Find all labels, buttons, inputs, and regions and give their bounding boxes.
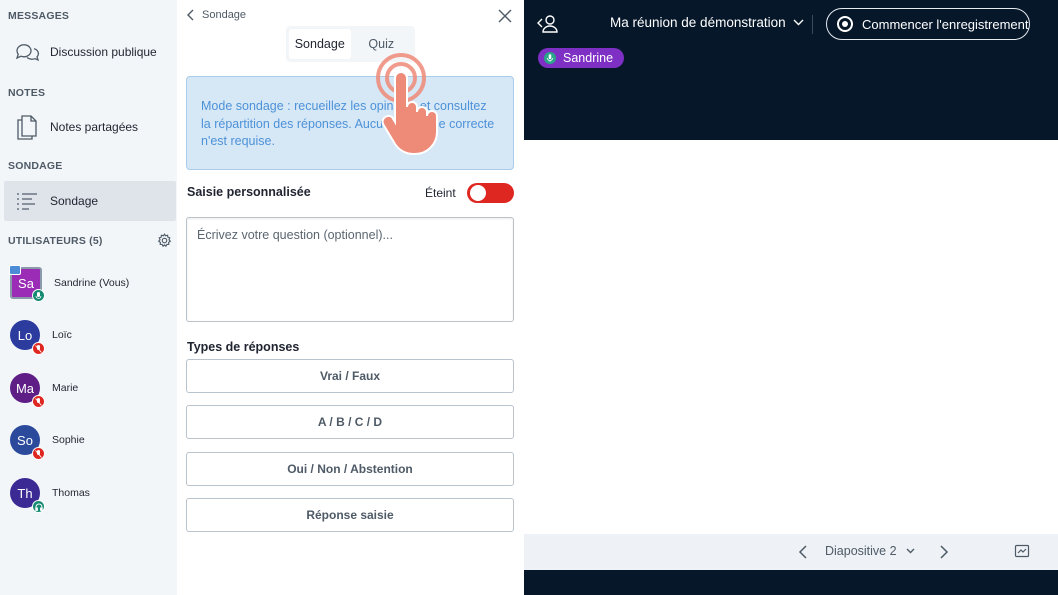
whiteboard-icon[interactable] bbox=[1014, 543, 1030, 559]
previous-slide-icon[interactable] bbox=[796, 544, 810, 560]
record-icon bbox=[837, 16, 853, 32]
typed-response-button[interactable]: Réponse saisie bbox=[186, 498, 514, 532]
presenter-icon bbox=[9, 265, 21, 275]
talking-user-name: Sandrine bbox=[563, 51, 614, 65]
next-slide-icon[interactable] bbox=[937, 544, 951, 560]
question-input[interactable] bbox=[186, 217, 514, 322]
headphones-icon bbox=[32, 500, 45, 513]
back-button[interactable]: Sondage bbox=[187, 9, 246, 21]
tab-sondage[interactable]: Sondage bbox=[289, 29, 351, 59]
poll-section-title: SONDAGE bbox=[8, 160, 63, 172]
slide-selector[interactable]: Diapositive 2 bbox=[825, 544, 915, 558]
microphone-muted-icon bbox=[32, 342, 45, 355]
chevron-down-icon bbox=[793, 19, 804, 26]
user-name: Loïc bbox=[52, 329, 72, 341]
poll-list-icon bbox=[4, 191, 50, 211]
yes-no-abstention-button[interactable]: Oui / Non / Abstention bbox=[186, 452, 514, 486]
user-item-thomas[interactable]: Th Thomas bbox=[10, 473, 170, 513]
custom-input-toggle[interactable] bbox=[467, 183, 514, 203]
avatar: Sa bbox=[9, 265, 45, 302]
user-list-toggle-icon[interactable] bbox=[536, 13, 560, 35]
user-item-loic[interactable]: Lo Loïc bbox=[10, 315, 170, 355]
avatar: Th bbox=[10, 478, 45, 513]
user-item-sandrine[interactable]: Sa Sandrine (Vous) bbox=[9, 263, 170, 303]
sidebar-item-shared-notes[interactable]: Notes partagées bbox=[4, 107, 176, 147]
true-false-button[interactable]: Vrai / Faux bbox=[186, 359, 514, 393]
chevron-down-icon bbox=[906, 548, 915, 554]
microphone-icon bbox=[544, 52, 556, 64]
back-label: Sondage bbox=[202, 9, 247, 21]
gear-icon[interactable] bbox=[157, 233, 172, 248]
sidebar-item-poll[interactable]: Sondage bbox=[4, 181, 176, 221]
slide-label: Diapositive 2 bbox=[825, 544, 897, 558]
poll-panel: Sondage Sondage Quiz Mode sondage : recu… bbox=[177, 0, 524, 595]
poll-mode-tabs: Sondage Quiz bbox=[286, 26, 415, 62]
abcd-button[interactable]: A / B / C / D bbox=[186, 405, 514, 439]
user-item-marie[interactable]: Ma Marie bbox=[10, 368, 170, 408]
close-icon[interactable] bbox=[497, 8, 513, 24]
start-recording-button[interactable]: Commencer l'enregistrement bbox=[826, 8, 1030, 40]
slide-controls: Diapositive 2 bbox=[524, 534, 1058, 570]
record-label: Commencer l'enregistrement bbox=[862, 16, 1029, 32]
toggle-knob bbox=[470, 185, 486, 201]
avatar: Lo bbox=[10, 320, 45, 355]
tab-quiz[interactable]: Quiz bbox=[351, 29, 413, 59]
talking-indicator: Sandrine bbox=[538, 48, 625, 68]
poll-mode-info: Mode sondage : recueillez les opinions e… bbox=[186, 76, 514, 170]
messages-section-title: MESSAGES bbox=[8, 10, 70, 22]
presentation-slide bbox=[524, 140, 1058, 534]
user-name: Sandrine (Vous) bbox=[54, 277, 130, 289]
sidebar: MESSAGES Discussion publique NOTES Notes… bbox=[0, 0, 177, 595]
microphone-muted-icon bbox=[32, 447, 45, 460]
avatar: So bbox=[10, 425, 45, 460]
avatar-initials: Th bbox=[17, 485, 33, 501]
avatar-initials: Lo bbox=[17, 327, 33, 343]
meeting-title[interactable]: Ma réunion de démonstration bbox=[610, 15, 804, 30]
public-chat-label: Discussion publique bbox=[50, 45, 157, 59]
notes-section-title: NOTES bbox=[8, 87, 46, 99]
chat-icon bbox=[4, 40, 50, 64]
header-divider bbox=[812, 15, 813, 34]
avatar-initials: Ma bbox=[15, 380, 35, 396]
chevron-left-icon bbox=[187, 9, 194, 21]
meeting-area: Ma réunion de démonstration Commencer l'… bbox=[524, 0, 1058, 595]
avatar-initials: Sa bbox=[18, 275, 34, 291]
shared-notes-label: Notes partagées bbox=[50, 120, 139, 134]
user-name: Sophie bbox=[52, 434, 85, 446]
users-section-title: UTILISATEURS (5) bbox=[8, 235, 103, 247]
sidebar-item-public-chat[interactable]: Discussion publique bbox=[4, 32, 176, 72]
meeting-title-text: Ma réunion de démonstration bbox=[610, 15, 786, 30]
custom-input-label: Saisie personnalisée bbox=[187, 185, 311, 199]
avatar: Ma bbox=[10, 373, 45, 408]
user-name: Thomas bbox=[52, 487, 90, 499]
response-types-label: Types de réponses bbox=[187, 340, 300, 354]
user-name: Marie bbox=[52, 382, 79, 394]
notes-icon bbox=[4, 114, 50, 140]
user-item-sophie[interactable]: So Sophie bbox=[10, 420, 170, 460]
avatar-initials: So bbox=[17, 432, 33, 448]
microphone-muted-icon bbox=[32, 395, 45, 408]
toggle-state-label: Éteint bbox=[425, 186, 456, 200]
poll-label: Sondage bbox=[50, 194, 99, 208]
microphone-icon bbox=[32, 289, 45, 302]
